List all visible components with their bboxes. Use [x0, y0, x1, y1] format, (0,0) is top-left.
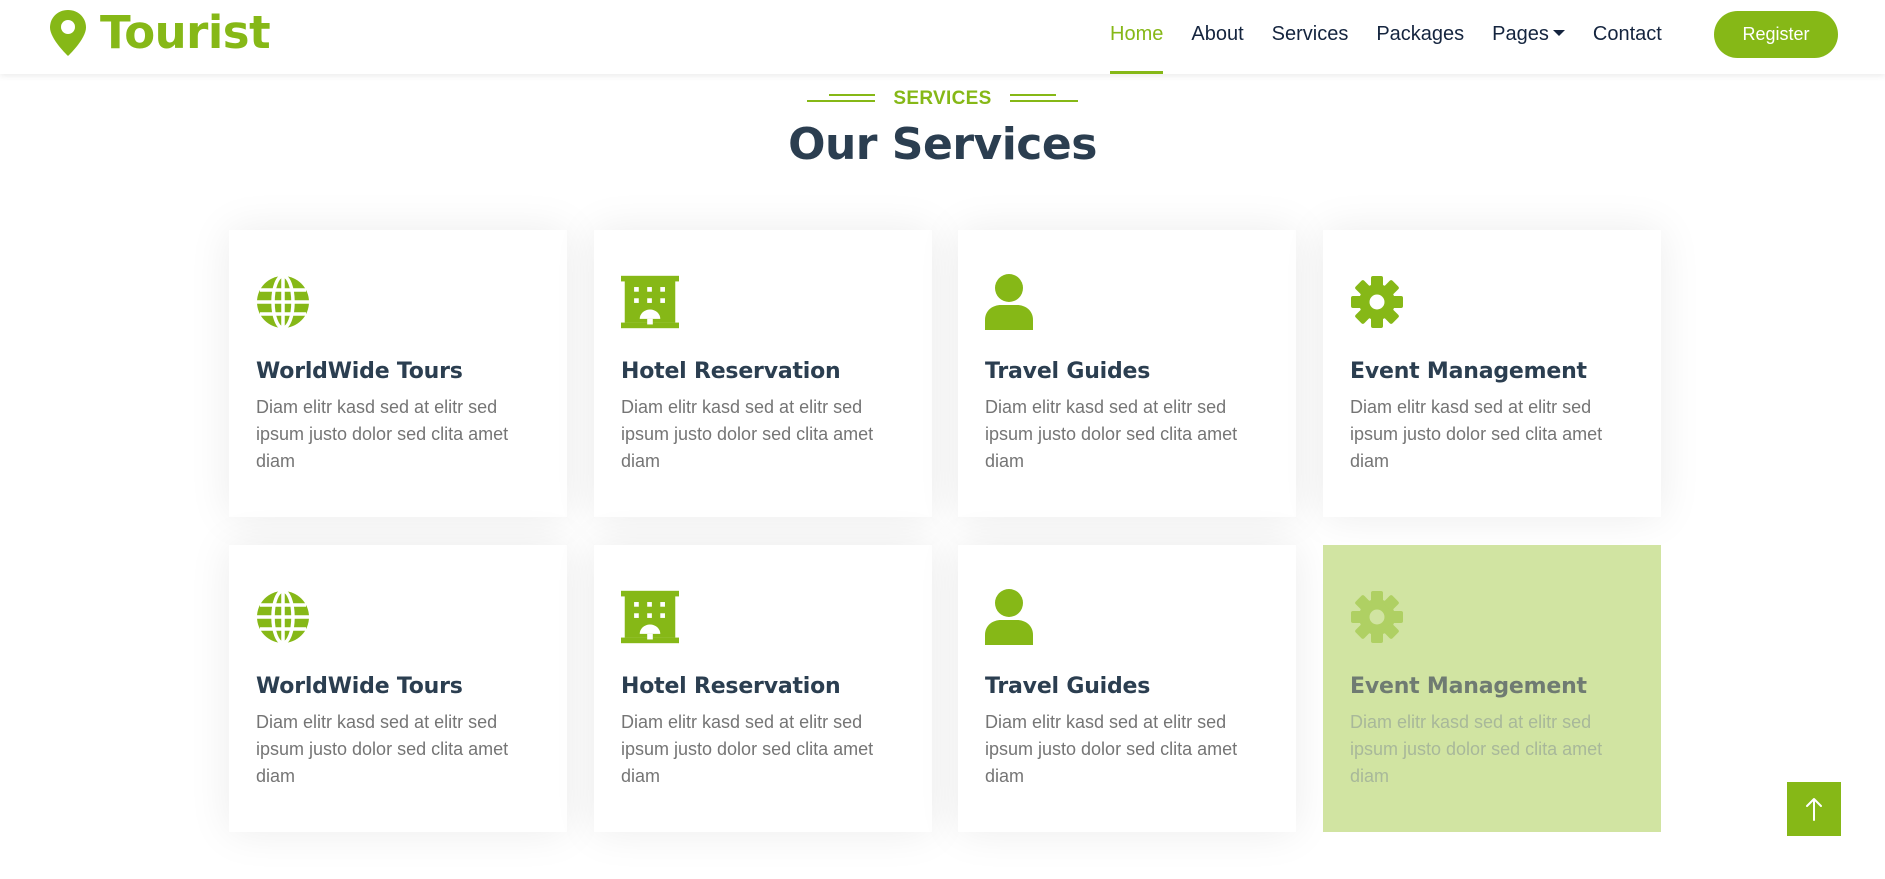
section-tag-label: SERVICES	[893, 88, 992, 109]
nav-item-label: About	[1191, 23, 1244, 45]
nav-item-home[interactable]: Home	[1110, 0, 1164, 74]
brand-name: Tourist	[100, 6, 271, 59]
service-title: Hotel Reservation	[621, 359, 841, 384]
user-icon	[985, 274, 1033, 330]
gear-icon	[1351, 591, 1403, 643]
tag-line-left	[807, 93, 876, 105]
caret-down-icon	[1552, 30, 1565, 36]
section-title: Our Services	[788, 119, 1097, 170]
service-card-hotel-reservation[interactable]: Hotel Reservation Diam elitr kasd sed at…	[594, 545, 932, 832]
service-card-travel-guides[interactable]: Travel Guides Diam elitr kasd sed at eli…	[958, 230, 1296, 517]
brand-logo[interactable]: Tourist	[48, 6, 271, 59]
service-description: Diam elitr kasd sed at elitr sed ipsum j…	[985, 712, 1238, 786]
nav-item-label: Home	[1110, 23, 1164, 45]
arrow-up-icon	[1806, 798, 1822, 821]
globe-icon	[257, 274, 309, 330]
nav-menu: Home About Services Packages Pages Conta…	[1110, 0, 1690, 74]
service-description: Diam elitr kasd sed at elitr sed ipsum j…	[621, 712, 874, 786]
tag-line-right	[1009, 93, 1078, 105]
service-title: WorldWide Tours	[256, 674, 463, 699]
user-icon	[985, 589, 1033, 645]
nav-item-label: Pages	[1492, 23, 1549, 45]
service-description: Diam elitr kasd sed at elitr sed ipsum j…	[985, 397, 1238, 471]
service-title: Travel Guides	[985, 674, 1151, 699]
service-title: Event Management	[1350, 674, 1587, 699]
service-description: Diam elitr kasd sed at elitr sed ipsum j…	[1350, 712, 1603, 786]
service-description: Diam elitr kasd sed at elitr sed ipsum j…	[1350, 397, 1603, 471]
service-title: WorldWide Tours	[256, 359, 463, 384]
hotel-icon	[621, 275, 679, 329]
service-description: Diam elitr kasd sed at elitr sed ipsum j…	[256, 712, 509, 786]
service-description: Diam elitr kasd sed at elitr sed ipsum j…	[256, 397, 509, 471]
nav-item-label: Services	[1271, 23, 1349, 45]
nav-item-services[interactable]: Services	[1272, 0, 1349, 74]
register-button[interactable]: Register	[1714, 11, 1838, 58]
map-marker-icon	[50, 10, 86, 56]
service-description: Diam elitr kasd sed at elitr sed ipsum j…	[621, 397, 874, 471]
service-card-travel-guides[interactable]: Travel Guides Diam elitr kasd sed at eli…	[958, 545, 1296, 832]
gear-icon	[1351, 276, 1403, 328]
back-to-top-button[interactable]	[1787, 782, 1841, 836]
navbar: Tourist Home About Services Packages Pag…	[0, 0, 1885, 74]
service-card-event-management[interactable]: Event Management Diam elitr kasd sed at …	[1323, 230, 1661, 517]
nav-item-label: Packages	[1376, 23, 1465, 45]
nav-item-label: Contact	[1592, 23, 1662, 45]
hotel-icon	[621, 590, 679, 644]
service-title: Travel Guides	[985, 359, 1151, 384]
nav-item-about[interactable]: About	[1191, 0, 1243, 74]
section-tag: SERVICES	[0, 88, 1885, 110]
globe-icon	[257, 589, 309, 645]
service-card-event-management[interactable]: Event Management Diam elitr kasd sed at …	[1323, 545, 1661, 832]
service-card-worldwide-tours[interactable]: WorldWide Tours Diam elitr kasd sed at e…	[229, 230, 567, 517]
nav-item-pages[interactable]: Pages	[1492, 0, 1565, 74]
service-card-worldwide-tours[interactable]: WorldWide Tours Diam elitr kasd sed at e…	[229, 545, 567, 832]
nav-item-contact[interactable]: Contact	[1593, 0, 1662, 74]
service-title: Event Management	[1350, 359, 1587, 384]
nav-item-packages[interactable]: Packages	[1376, 0, 1464, 74]
service-card-hotel-reservation[interactable]: Hotel Reservation Diam elitr kasd sed at…	[594, 230, 932, 517]
service-title: Hotel Reservation	[621, 674, 841, 699]
